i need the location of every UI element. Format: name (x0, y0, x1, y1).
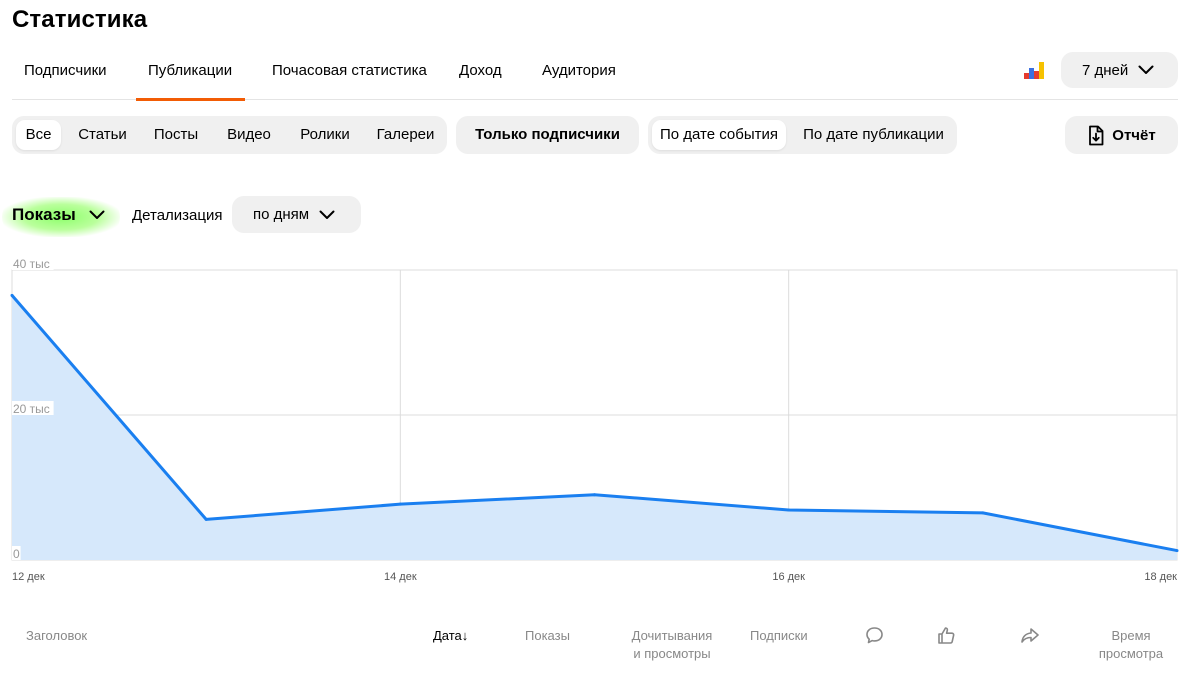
data-point (981, 511, 985, 515)
data-point (1175, 549, 1179, 553)
col-readthrough-line2: и просмотры (633, 646, 711, 661)
data-point (10, 293, 14, 297)
chevron-down-icon (1138, 65, 1154, 74)
tab-subscribers[interactable]: Подписчики (24, 62, 107, 80)
col-date[interactable]: Дата↓ (433, 627, 468, 645)
x-tick-label: 16 дек (772, 571, 805, 583)
chevron-down-icon (319, 210, 335, 219)
y-tick-label: 0 (13, 547, 20, 561)
col-date-label: Дата (433, 628, 462, 643)
page-title: Статистика (12, 6, 148, 33)
x-tick-label: 18 дек (1144, 571, 1177, 583)
metric-label: Показы (12, 205, 76, 224)
col-readthrough[interactable]: Дочитывания и просмотры (628, 627, 716, 663)
tab-income[interactable]: Доход (459, 62, 502, 80)
filter-posts[interactable]: Посты (144, 120, 208, 150)
share-icon[interactable] (1020, 626, 1040, 645)
by-event-date[interactable]: По дате события (652, 120, 786, 150)
chevron-down-icon (89, 210, 105, 219)
metric-select[interactable]: Показы (2, 197, 120, 237)
tab-audience[interactable]: Аудитория (542, 62, 616, 80)
filter-galleries[interactable]: Галереи (368, 120, 443, 150)
date-mode-toggle: По дате события По дате публикации (648, 116, 957, 154)
sort-desc-icon: ↓ (461, 628, 469, 643)
detail-select[interactable]: по дням (232, 196, 361, 233)
col-views[interactable]: Показы (525, 627, 570, 645)
col-view-time-line2: просмотра (1098, 646, 1164, 661)
x-tick-label: 12 дек (12, 571, 45, 583)
col-subscriptions[interactable]: Подписки (750, 627, 808, 645)
bar-chart-icon[interactable] (1024, 62, 1044, 79)
filter-shorts[interactable]: Ролики (290, 120, 360, 150)
period-select[interactable]: 7 дней (1061, 52, 1178, 88)
report-button[interactable]: Отчёт (1065, 116, 1178, 154)
content-type-filter: Все Статьи Посты Видео Ролики Галереи (12, 116, 447, 154)
like-icon[interactable] (937, 626, 956, 645)
tab-hourly-stats[interactable]: Почасовая статистика (272, 62, 427, 80)
data-point (398, 502, 402, 506)
data-point (787, 508, 791, 512)
comment-icon[interactable] (865, 626, 884, 645)
x-tick-label: 14 дек (384, 571, 417, 583)
period-label: 7 дней (1082, 61, 1129, 79)
subscribers-only-toggle[interactable]: Только подписчики (456, 116, 639, 154)
detail-label: Детализация (132, 207, 223, 224)
col-view-time[interactable]: Время просмотра (1088, 627, 1174, 663)
impressions-area (12, 295, 1177, 560)
col-view-time-line1: Время (1111, 628, 1151, 643)
impressions-chart: 0 20 тыс 40 тыс 12 дек 14 дек 16 дек 18 дек (10, 256, 1179, 583)
tab-publications[interactable]: Публикации (135, 62, 246, 101)
report-file-icon (1089, 125, 1104, 145)
y-tick-label: 20 тыс (13, 402, 50, 416)
y-tick-label: 40 тыс (13, 257, 50, 271)
by-publication-date[interactable]: По дате публикации (794, 120, 953, 150)
col-title[interactable]: Заголовок (26, 627, 87, 645)
filter-all[interactable]: Все (16, 120, 61, 150)
data-point (204, 517, 208, 521)
data-point (593, 493, 596, 497)
filter-video[interactable]: Видео (216, 120, 282, 150)
col-readthrough-line1: Дочитывания (631, 628, 713, 643)
filter-articles[interactable]: Статьи (68, 120, 137, 150)
main-tabs: Подписчики Публикации Почасовая статисти… (12, 58, 1178, 101)
detail-value: по дням (253, 206, 310, 223)
report-label: Отчёт (1112, 126, 1156, 144)
